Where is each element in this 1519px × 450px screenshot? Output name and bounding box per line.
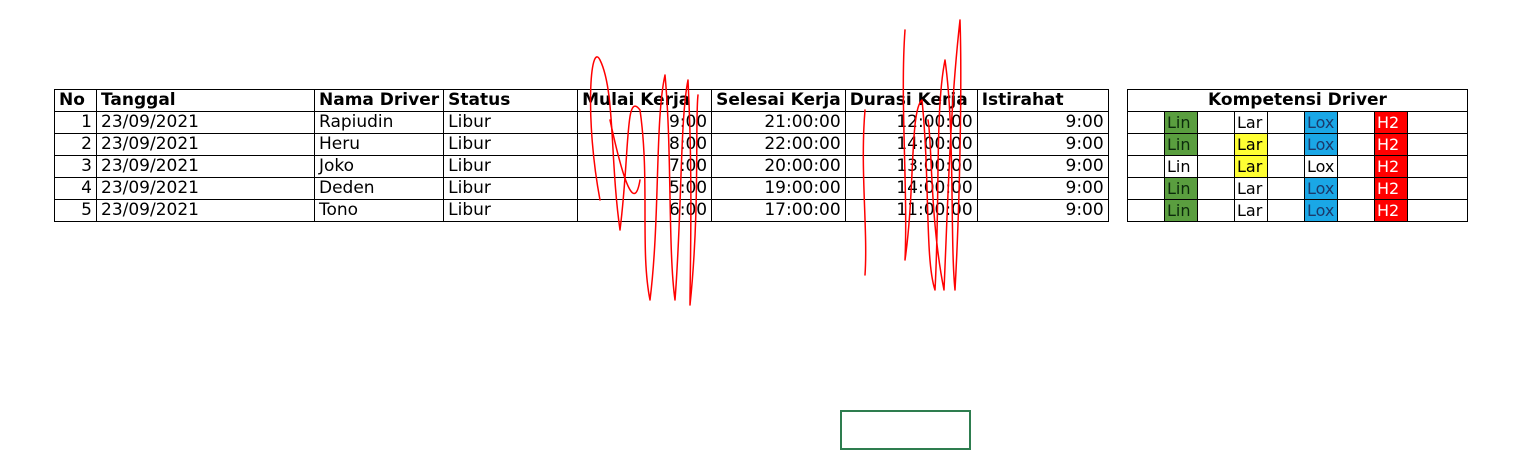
cell-istirahat[interactable]: 9:00 [976,155,1109,178]
header-tanggal[interactable]: Tanggal [96,89,315,112]
cell-selesai[interactable]: 22:00:00 [711,133,846,156]
cell-selesai[interactable]: 19:00:00 [711,177,846,200]
competency-badge-h2[interactable]: H2 [1374,156,1408,177]
header-durasi-kerja[interactable]: Durasi Kerja [844,89,978,112]
cell-selection-box[interactable] [840,410,971,450]
kompetensi-chip-row: Lin Lar Lox H2 [1129,134,1467,155]
cell-nama[interactable]: Joko [313,155,445,178]
cell-durasi[interactable]: 13:00:00 [844,155,978,178]
kompetensi-chip-row: Lin Lar Lox H2 [1129,156,1467,177]
competency-badge-h2[interactable]: H2 [1374,134,1408,155]
cell-no[interactable]: 1 [54,111,97,134]
competency-badge-lox[interactable]: Lox [1304,112,1338,133]
competency-badge-lox[interactable]: Lox [1304,156,1338,177]
cell-tanggal[interactable]: 23/09/2021 [96,111,315,134]
cell-durasi[interactable]: 12:00:00 [844,111,978,134]
competency-badge-lar[interactable]: Lar [1234,200,1268,221]
kompetensi-cell[interactable]: Lin Lar Lox H2 [1127,111,1468,134]
header-row: No Tanggal Nama Driver Status Mulai Kerj… [54,89,1109,112]
cell-mulai[interactable]: 9:00 [577,111,713,134]
kompetensi-row: Lin Lar Lox H2 [1127,177,1468,200]
cell-selesai[interactable]: 21:00:00 [711,111,846,134]
cell-status[interactable]: Libur [443,155,579,178]
kompetensi-title[interactable]: Kompetensi Driver [1127,89,1468,112]
competency-badge-lar[interactable]: Lar [1234,178,1268,199]
competency-badge-lox[interactable]: Lox [1304,134,1338,155]
competency-badge-lar[interactable]: Lar [1234,134,1268,155]
kompetensi-chip-row: Lin Lar Lox H2 [1129,178,1467,199]
competency-badge-lin[interactable]: Lin [1164,178,1198,199]
cell-nama[interactable]: Deden [313,177,445,200]
table-row: 3 23/09/2021 Joko Libur 7:00 20:00:00 13… [54,155,1109,178]
header-istirahat[interactable]: Istirahat [976,89,1109,112]
competency-badge-lin[interactable]: Lin [1164,200,1198,221]
competency-badge-lin[interactable]: Lin [1164,134,1198,155]
competency-badge-lox[interactable]: Lox [1304,178,1338,199]
kompetensi-cell[interactable]: Lin Lar Lox H2 [1127,177,1468,200]
cell-tanggal[interactable]: 23/09/2021 [96,133,315,156]
driver-schedule-table: No Tanggal Nama Driver Status Mulai Kerj… [54,89,1109,222]
cell-tanggal[interactable]: 23/09/2021 [96,177,315,200]
competency-badge-lin[interactable]: Lin [1164,112,1198,133]
kompetensi-chip-row: Lin Lar Lox H2 [1129,200,1467,221]
cell-mulai[interactable]: 6:00 [577,199,713,222]
kompetensi-row: Lin Lar Lox H2 [1127,111,1468,134]
kompetensi-body: Lin Lar Lox H2 Lin Lar Lox H2 Lin Lar Lox H2 Lin Lar L… [1127,111,1468,222]
kompetensi-cell[interactable]: Lin Lar Lox H2 [1127,133,1468,156]
kompetensi-row: Lin Lar Lox H2 [1127,133,1468,156]
header-status[interactable]: Status [443,89,579,112]
cell-nama[interactable]: Tono [313,199,445,222]
table-row: 5 23/09/2021 Tono Libur 6:00 17:00:00 11… [54,199,1109,222]
cell-tanggal[interactable]: 23/09/2021 [96,155,315,178]
competency-badge-h2[interactable]: H2 [1374,112,1408,133]
competency-badge-lar[interactable]: Lar [1234,156,1268,177]
cell-durasi[interactable]: 14:00:00 [844,177,978,200]
competency-badge-lin[interactable]: Lin [1164,156,1198,177]
kompetensi-driver-table: Kompetensi Driver Lin Lar Lox H2 Lin Lar Lox H2… [1127,89,1468,222]
kompetensi-row: Lin Lar Lox H2 [1127,155,1468,178]
cell-no[interactable]: 3 [54,155,97,178]
cell-tanggal[interactable]: 23/09/2021 [96,199,315,222]
kompetensi-chip-row: Lin Lar Lox H2 [1129,112,1467,133]
competency-badge-h2[interactable]: H2 [1374,200,1408,221]
cell-nama[interactable]: Heru [313,133,445,156]
table-row: 4 23/09/2021 Deden Libur 5:00 19:00:00 1… [54,177,1109,200]
header-mulai-kerja[interactable]: Mulai Kerja [577,89,713,112]
cell-status[interactable]: Libur [443,133,579,156]
kompetensi-cell[interactable]: Lin Lar Lox H2 [1127,155,1468,178]
kompetensi-cell[interactable]: Lin Lar Lox H2 [1127,199,1468,222]
competency-badge-h2[interactable]: H2 [1374,178,1408,199]
cell-status[interactable]: Libur [443,111,579,134]
competency-badge-lar[interactable]: Lar [1234,112,1268,133]
kompetensi-header-row: Kompetensi Driver [1127,89,1468,112]
cell-selesai[interactable]: 17:00:00 [711,199,846,222]
cell-durasi[interactable]: 14:00:00 [844,133,978,156]
cell-istirahat[interactable]: 9:00 [976,133,1109,156]
table-row: 2 23/09/2021 Heru Libur 8:00 22:00:00 14… [54,133,1109,156]
cell-status[interactable]: Libur [443,177,579,200]
cell-no[interactable]: 5 [54,199,97,222]
cell-selesai[interactable]: 20:00:00 [711,155,846,178]
competency-badge-lox[interactable]: Lox [1304,200,1338,221]
cell-mulai[interactable]: 5:00 [577,177,713,200]
cell-status[interactable]: Libur [443,199,579,222]
cell-istirahat[interactable]: 9:00 [976,199,1109,222]
header-nama-driver[interactable]: Nama Driver [313,89,445,112]
table-row: 1 23/09/2021 Rapiudin Libur 9:00 21:00:0… [54,111,1109,134]
header-no[interactable]: No [54,89,97,112]
cell-istirahat[interactable]: 9:00 [976,111,1109,134]
cell-durasi[interactable]: 11:00:00 [844,199,978,222]
cell-no[interactable]: 2 [54,133,97,156]
cell-istirahat[interactable]: 9:00 [976,177,1109,200]
cell-mulai[interactable]: 8:00 [577,133,713,156]
cell-mulai[interactable]: 7:00 [577,155,713,178]
cell-no[interactable]: 4 [54,177,97,200]
header-selesai-kerja[interactable]: Selesai Kerja [711,89,846,112]
kompetensi-row: Lin Lar Lox H2 [1127,199,1468,222]
cell-nama[interactable]: Rapiudin [313,111,445,134]
